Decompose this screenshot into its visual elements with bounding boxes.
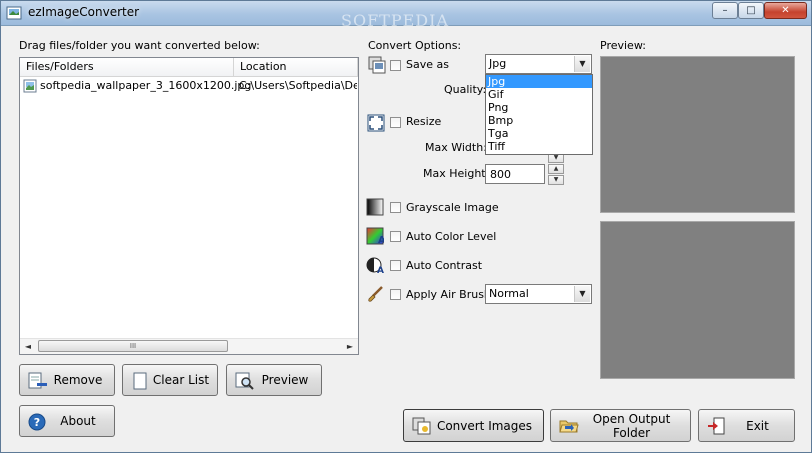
resize-icon xyxy=(367,114,385,132)
close-button[interactable]: ✕ xyxy=(764,2,807,19)
remove-button[interactable]: Remove xyxy=(19,364,115,396)
grayscale-checkbox[interactable] xyxy=(390,202,401,213)
scroll-right-icon[interactable]: ► xyxy=(343,340,357,353)
save-as-checkbox[interactable] xyxy=(390,60,401,71)
color-level-icon: A xyxy=(366,227,384,245)
remove-label: Remove xyxy=(53,373,103,387)
exit-label: Exit xyxy=(746,418,769,433)
convert-options-header: Convert Options: xyxy=(368,39,462,52)
format-dropdown-list[interactable]: Jpg Gif Png Bmp Tga Tiff xyxy=(485,74,593,155)
preview-header: Preview: xyxy=(600,39,646,52)
maximize-icon: □ xyxy=(746,5,756,16)
resize-checkbox[interactable] xyxy=(390,117,401,128)
format-option-png[interactable]: Png xyxy=(486,101,592,114)
format-option-gif[interactable]: Gif xyxy=(486,88,592,101)
brush-icon xyxy=(368,286,383,302)
max-height-spin-down[interactable]: ▼ xyxy=(548,175,564,185)
auto-contrast-label: Auto Contrast xyxy=(406,259,483,272)
format-option-bmp[interactable]: Bmp xyxy=(486,114,592,127)
chevron-down-icon[interactable]: ▼ xyxy=(574,286,590,302)
about-label: About xyxy=(60,414,96,428)
minimize-icon: – xyxy=(722,5,728,16)
minimize-button[interactable]: – xyxy=(712,2,738,19)
app-window: ezImageConverter SOFTPEDIA – □ ✕ Drag fi… xyxy=(0,0,812,453)
format-option-jpg[interactable]: Jpg xyxy=(486,75,592,88)
format-select-value: Jpg xyxy=(489,57,507,70)
max-width-label: Max Width: xyxy=(425,141,487,154)
format-option-tga[interactable]: Tga xyxy=(486,127,592,140)
auto-color-label: Auto Color Level xyxy=(406,230,497,243)
preview-converted xyxy=(600,221,795,379)
auto-contrast-checkbox[interactable] xyxy=(390,260,401,271)
svg-text:A: A xyxy=(378,235,384,245)
format-select[interactable]: Jpg ▼ xyxy=(485,54,592,74)
about-button[interactable]: ? About xyxy=(19,405,115,437)
max-height-field[interactable]: 800 xyxy=(485,164,545,184)
quality-label: Quality: xyxy=(444,83,487,96)
air-brush-checkbox[interactable] xyxy=(390,289,401,300)
preview-original xyxy=(600,56,795,213)
grayscale-label: Grayscale Image xyxy=(406,201,499,214)
window-title: ezImageConverter xyxy=(28,5,140,19)
auto-color-checkbox[interactable] xyxy=(390,231,401,242)
contrast-icon: A xyxy=(366,257,384,274)
preview-button[interactable]: Preview xyxy=(226,364,322,396)
horizontal-scrollbar[interactable]: ◄ III ► xyxy=(20,338,358,354)
convert-images-button[interactable]: Convert Images xyxy=(403,409,544,442)
files-instruction: Drag files/folder you want converted bel… xyxy=(19,39,260,52)
files-list-header: Files/Folders Location xyxy=(20,58,358,77)
image-file-icon xyxy=(23,79,37,93)
air-brush-select-value: Normal xyxy=(489,287,529,300)
resize-label: Resize xyxy=(406,115,442,128)
svg-text:A: A xyxy=(377,266,384,274)
files-list[interactable]: Files/Folders Location softpedia_wallpap… xyxy=(19,57,359,355)
chevron-down-icon[interactable]: ▼ xyxy=(574,56,590,72)
scroll-thumb[interactable]: III xyxy=(38,340,228,352)
title-bar[interactable]: ezImageConverter SOFTPEDIA – □ ✕ xyxy=(1,1,811,30)
clear-list-button[interactable]: Clear List xyxy=(122,364,218,396)
preview-label: Preview xyxy=(261,373,309,387)
column-header-files[interactable]: Files/Folders xyxy=(20,58,234,76)
max-height-value: 800 xyxy=(490,168,511,181)
app-icon xyxy=(6,6,22,20)
scroll-left-icon[interactable]: ◄ xyxy=(21,340,35,353)
air-brush-label: Apply Air Brush xyxy=(406,288,491,301)
convert-images-label: Convert Images xyxy=(436,418,533,433)
open-output-folder-button[interactable]: Open Output Folder xyxy=(550,409,691,442)
image-convert-icon xyxy=(368,56,386,74)
watermark: SOFTPEDIA xyxy=(341,11,449,30)
column-header-location[interactable]: Location xyxy=(234,58,358,76)
close-icon: ✕ xyxy=(781,5,790,16)
exit-button[interactable]: Exit xyxy=(698,409,795,442)
format-option-tiff[interactable]: Tiff xyxy=(486,140,592,153)
maximize-button[interactable]: □ xyxy=(738,2,764,19)
open-output-folder-label: Open Output Folder xyxy=(592,411,671,440)
grayscale-icon xyxy=(366,198,384,216)
clear-list-label: Clear List xyxy=(152,373,210,387)
save-as-label: Save as xyxy=(406,58,449,71)
file-location: C:\Users\Softpedia\Deskt xyxy=(239,79,357,92)
air-brush-select[interactable]: Normal ▼ xyxy=(485,284,592,304)
max-height-spin-up[interactable]: ▲ xyxy=(548,164,564,174)
max-height-label: Max Height: xyxy=(423,167,490,180)
file-name: softpedia_wallpaper_3_1600x1200.jpg xyxy=(40,79,252,92)
